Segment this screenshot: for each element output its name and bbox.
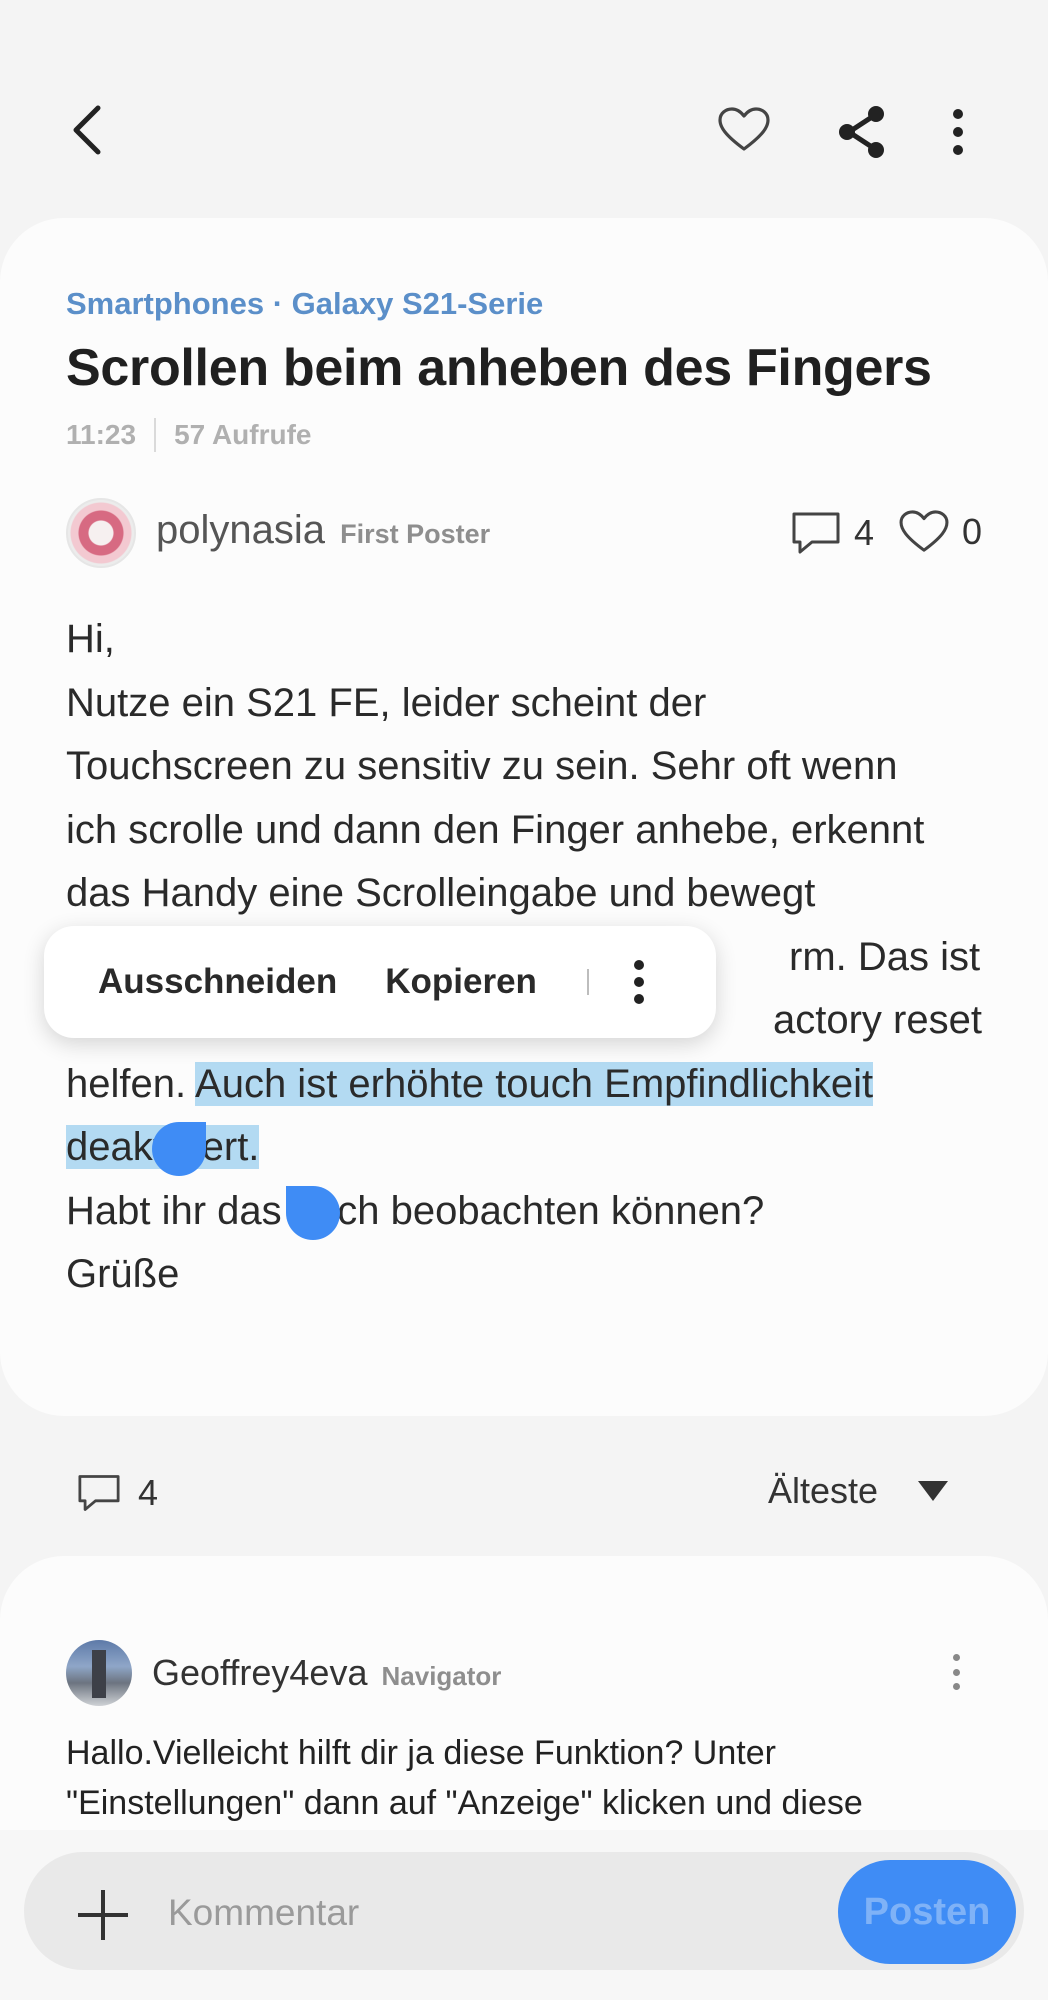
chevron-left-icon xyxy=(73,105,101,155)
comment-more-icon[interactable] xyxy=(950,1654,962,1690)
comments-count-value: 4 xyxy=(138,1472,159,1513)
cut-menu-item[interactable]: Ausschneiden xyxy=(98,962,337,1002)
sort-dropdown[interactable]: Älteste xyxy=(768,1470,949,1512)
comment-input[interactable] xyxy=(168,1880,808,1946)
comment-line: "Einstellungen" dann auf "Anzeige" klick… xyxy=(66,1784,863,1822)
comment-line: Hallo.Vielleicht hilft dir ja diese Funk… xyxy=(66,1734,776,1772)
selection-handle-end[interactable] xyxy=(286,1186,340,1240)
body-line: Habt ihr das auch beobachten können? xyxy=(66,1188,765,1233)
text-selection-menu: Ausschneiden Kopieren xyxy=(44,926,716,1038)
body-text: helfen. xyxy=(66,1061,196,1106)
selected-text[interactable]: Auch ist erhöhte touch Empfindlichkeit xyxy=(195,1061,874,1106)
share-icon xyxy=(839,106,884,158)
body-line: das Handy eine Scrolleingabe und bewegt xyxy=(66,871,816,915)
back-button[interactable] xyxy=(56,100,116,160)
body-line-visible-part: actory reset xyxy=(773,998,982,1042)
comments-header: 4 Älteste xyxy=(0,1450,1048,1530)
top-bar xyxy=(0,0,1048,220)
body-line: Nutze ein S21 FE, leider scheint der xyxy=(66,680,707,725)
author-avatar[interactable] xyxy=(66,498,136,568)
post-comment-button[interactable]: Posten xyxy=(838,1860,1016,1964)
dropdown-arrow-icon xyxy=(918,1481,949,1501)
author-row: polynasia First Poster 4 0 xyxy=(66,496,982,570)
more-options-button[interactable] xyxy=(930,100,986,164)
more-vertical-icon[interactable] xyxy=(629,960,649,1004)
commenter-info[interactable]: Geoffrey4eva Navigator xyxy=(152,1652,501,1694)
post-views: 57 Aufrufe xyxy=(174,419,312,450)
body-line: Touchscreen zu sensitiv zu sein. Sehr of… xyxy=(66,744,898,788)
commenter-rank-badge: Navigator xyxy=(381,1661,502,1691)
meta-divider xyxy=(154,418,157,452)
sort-label: Älteste xyxy=(768,1470,879,1511)
comment-bubble-icon xyxy=(78,1475,120,1511)
comment-bubble-icon xyxy=(792,512,840,554)
body-line: Hi, xyxy=(66,617,115,661)
breadcrumb[interactable]: Smartphones · Galaxy S21-Serie xyxy=(66,286,543,322)
add-attachment-icon[interactable] xyxy=(78,1890,128,1940)
comment-text: Hallo.Vielleicht hilft dir ja diese Funk… xyxy=(66,1728,986,1828)
body-line-visible-part: rm. Das ist xyxy=(789,934,981,979)
comments-count: 4 xyxy=(76,1472,158,1514)
commenter-name[interactable]: Geoffrey4eva xyxy=(152,1652,367,1693)
body-line: helfen. Auch ist erhöhte touch Empfindli… xyxy=(66,1053,966,1117)
commenter-avatar[interactable] xyxy=(66,1640,132,1706)
more-vertical-icon xyxy=(953,109,963,155)
post-meta: 11:23 57 Aufrufe xyxy=(66,418,312,452)
selection-handle-start[interactable] xyxy=(152,1122,206,1176)
menu-divider xyxy=(586,969,589,995)
body-line: ich scrolle und dann den Finger anhebe, … xyxy=(66,807,925,852)
like-count-value: 0 xyxy=(962,511,983,552)
heart-outline-icon xyxy=(718,107,770,151)
copy-menu-item[interactable]: Kopieren xyxy=(385,962,537,1002)
author-rank-badge: First Poster xyxy=(340,519,491,549)
body-line: Grüße xyxy=(66,1252,180,1296)
like-post-button[interactable] xyxy=(712,100,776,160)
post-time: 11:23 xyxy=(66,419,137,450)
post-like-count[interactable]: 0 xyxy=(898,510,982,554)
post-title: Scrollen beim anheben des Fingers xyxy=(66,339,932,397)
post-comment-count: 4 xyxy=(790,510,874,556)
author-info[interactable]: polynasia First Poster xyxy=(156,508,490,553)
author-name[interactable]: polynasia xyxy=(156,508,325,552)
heart-outline-icon xyxy=(899,510,949,552)
comment-count-value: 4 xyxy=(854,512,875,553)
share-button[interactable] xyxy=(830,100,894,164)
